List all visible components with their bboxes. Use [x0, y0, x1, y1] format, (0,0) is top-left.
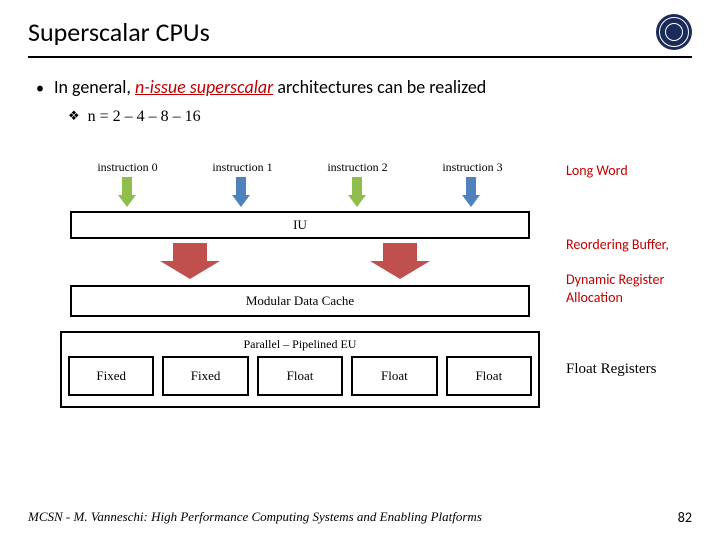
instruction-label: instruction 3 — [415, 160, 530, 175]
modular-data-cache-box: Modular Data Cache — [70, 285, 530, 317]
long-word-label: Long Word — [566, 162, 628, 180]
instruction-label: instruction 1 — [185, 160, 300, 175]
slide-title: Superscalar CPUs — [28, 16, 656, 48]
eu-unit: Float — [257, 356, 343, 396]
bullet-icon: • — [36, 79, 44, 98]
down-arrow-large-icon — [160, 243, 220, 279]
instruction-label: instruction 2 — [300, 160, 415, 175]
footer-text: MCSN - M. Vanneschi: High Performance Co… — [28, 509, 482, 526]
architecture-diagram: instruction 0 instruction 1 instruction … — [60, 160, 660, 408]
parallel-eu-box: Parallel – Pipelined EU Fixed Fixed Floa… — [60, 331, 540, 408]
page-number: 82 — [678, 509, 692, 526]
iu-box: IU — [70, 211, 530, 239]
peu-label: Parallel – Pipelined EU — [68, 337, 532, 352]
eu-unit: Float — [446, 356, 532, 396]
down-arrow-icon — [462, 177, 480, 209]
float-registers-label: Float Registers — [566, 360, 656, 379]
diamond-bullet-icon: ❖ — [68, 108, 80, 124]
down-arrow-icon — [118, 177, 136, 209]
eu-unit: Float — [351, 356, 437, 396]
intro-text: In general, n-issue superscalar architec… — [54, 76, 486, 98]
down-arrow-icon — [348, 177, 366, 209]
down-arrow-large-icon — [370, 243, 430, 279]
eu-unit: Fixed — [162, 356, 248, 396]
instruction-label: instruction 0 — [70, 160, 185, 175]
university-logo — [656, 14, 692, 50]
sub-bullet-text: n = 2 – 4 – 8 – 16 — [88, 108, 201, 126]
down-arrow-icon — [232, 177, 250, 209]
reorder-label: Reordering Buffer, Dynamic Register Allo… — [566, 236, 676, 306]
eu-unit: Fixed — [68, 356, 154, 396]
